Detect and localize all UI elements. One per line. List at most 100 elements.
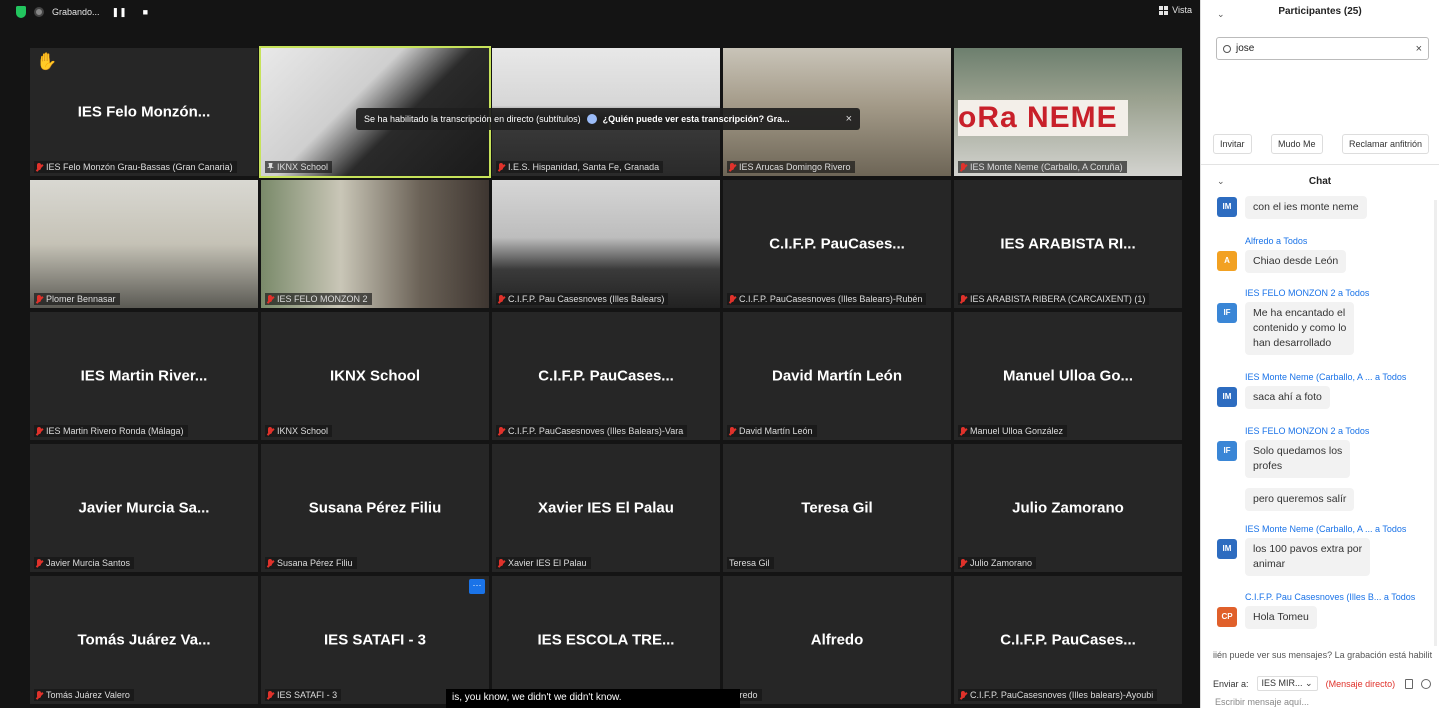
chat-bubble: Me ha encantado el contenido y como lo han… bbox=[1245, 302, 1355, 355]
search-value[interactable]: jose bbox=[1236, 43, 1254, 54]
participant-name: IES Felo Monzón... bbox=[77, 103, 211, 121]
recording-indicator: Grabando... ❚❚ ■ bbox=[16, 4, 152, 20]
participant-label-text: IES ARABISTA RIBERA (CARCAIXENT) (1) bbox=[970, 294, 1146, 304]
chat-sender[interactable]: IES Monte Neme (Carballo, A ... a Todos bbox=[1245, 372, 1406, 382]
participant-tile[interactable]: IES ARABISTA RI... IES ARABISTA RIBERA (C… bbox=[954, 180, 1182, 308]
grid-icon bbox=[1159, 5, 1169, 15]
participant-tile[interactable]: Javier Murcia Sa... Javier Murcia Santos bbox=[30, 444, 258, 572]
participant-tile[interactable]: Xavier IES El Palau Xavier IES El Palau bbox=[492, 444, 720, 572]
headset-photo bbox=[492, 180, 720, 308]
participant-label: IES SATAFI - 3 bbox=[265, 689, 342, 701]
recipient-select[interactable]: IES MIR... ⌄ bbox=[1256, 676, 1318, 691]
chat-scrollbar[interactable] bbox=[1434, 200, 1437, 646]
participant-tile[interactable]: IES FELO MONZON 2 bbox=[261, 180, 489, 308]
close-icon[interactable]: × bbox=[846, 113, 852, 125]
stop-recording-button[interactable]: ■ bbox=[139, 7, 152, 17]
participant-tile[interactable]: Plomer Bennasar bbox=[30, 180, 258, 308]
divider bbox=[1201, 164, 1439, 165]
participant-label: IKNX School bbox=[265, 425, 333, 437]
view-button[interactable]: Vista bbox=[1159, 5, 1192, 15]
participant-label-text: Plomer Bennasar bbox=[46, 294, 116, 304]
clear-search-icon[interactable]: × bbox=[1416, 43, 1422, 55]
pin-icon bbox=[267, 162, 274, 172]
participant-name: IES SATAFI - 3 bbox=[324, 631, 426, 649]
participant-name: IES ESCOLA TRE... bbox=[537, 631, 675, 649]
pause-recording-button[interactable]: ❚❚ bbox=[108, 7, 131, 18]
participant-tile[interactable]: IES Martin River... IES Martin Rivero Ron… bbox=[30, 312, 258, 440]
participant-name: Tomás Juárez Va... bbox=[77, 631, 211, 649]
more-options-button[interactable]: ··· bbox=[469, 579, 485, 594]
participant-tile[interactable]: Susana Pérez Filiu Susana Pérez Filiu bbox=[261, 444, 489, 572]
participant-tile[interactable]: IES SATAFI - 3 IES SATAFI - 3 bbox=[261, 576, 489, 704]
chat-compose-input[interactable]: Escribir mensaje aquí... bbox=[1215, 697, 1309, 707]
participant-tile[interactable]: Alfredo Alfredo bbox=[723, 576, 951, 704]
muted-mic-icon bbox=[498, 558, 505, 568]
participant-label-text: Julio Zamorano bbox=[970, 558, 1033, 568]
participant-label: Susana Pérez Filiu bbox=[265, 557, 357, 569]
zoom-app: Grabando... ❚❚ ■ Vista IES Felo Monzón..… bbox=[0, 0, 1439, 708]
mute-me-button[interactable]: Mudo Me bbox=[1270, 134, 1323, 154]
muted-mic-icon bbox=[960, 690, 967, 700]
chat-sender[interactable]: IES FELO MONZON 2 a Todos bbox=[1245, 288, 1369, 298]
chat-bubble: Chiao desde León bbox=[1245, 250, 1347, 273]
participant-tile[interactable]: Julio Zamorano Julio Zamorano bbox=[954, 444, 1182, 572]
participant-tile[interactable]: Teresa Gil Teresa Gil bbox=[723, 444, 951, 572]
participant-tile[interactable]: C.I.F.P. PauCases... C.I.F.P. PauCasesnov… bbox=[723, 180, 951, 308]
participant-tile[interactable]: IKNX School IKNX School bbox=[261, 312, 489, 440]
participant-label: C.I.F.P. PauCasesnoves (Illes balears)-A… bbox=[958, 689, 1158, 701]
participant-tile[interactable]: C.I.F.P. PauCases... C.I.F.P. PauCasesnov… bbox=[492, 312, 720, 440]
participant-label: IES Monte Neme (Carballo, A Coruña) bbox=[958, 161, 1127, 173]
participant-label: Javier Murcia Santos bbox=[34, 557, 135, 569]
avatar: IM bbox=[1217, 197, 1237, 217]
muted-mic-icon bbox=[498, 162, 505, 172]
record-icon bbox=[34, 7, 44, 17]
chat-bubble: los 100 pavos extra por animar bbox=[1245, 538, 1371, 576]
avatar: IM bbox=[1217, 539, 1237, 559]
direct-message-label: (Mensaje directo) bbox=[1325, 678, 1396, 689]
participant-label: C.I.F.P. Pau Casesnoves (Illes Balears) bbox=[496, 293, 669, 305]
participant-tile[interactable]: IES ESCOLA TRE... bbox=[492, 576, 720, 704]
muted-mic-icon bbox=[267, 690, 274, 700]
participant-label: I.E.S. Hispanidad, Santa Fe, Granada bbox=[496, 161, 664, 173]
chat-bubble: saca ahí a foto bbox=[1245, 386, 1330, 409]
side-panel: ⌄ Participantes (25) jose × Invitar Mudo… bbox=[1200, 0, 1439, 708]
participant-label: IKNX School bbox=[265, 161, 333, 173]
participant-tile[interactable]: IES Felo Monzón... IES Felo Monzón Grau-B… bbox=[30, 48, 258, 176]
participant-label-text: C.I.F.P. PauCasesnoves (Illes Balears)-R… bbox=[739, 294, 923, 304]
avatar: IM bbox=[1217, 387, 1237, 407]
participant-name: Xavier IES El Palau bbox=[538, 499, 674, 517]
chat-sender[interactable]: Alfredo a Todos bbox=[1245, 236, 1307, 246]
participant-label-text: IKNX School bbox=[277, 426, 329, 436]
chat-sender[interactable]: C.I.F.P. Pau Casesnoves (Illes B... a To… bbox=[1245, 592, 1415, 602]
banner-sign: oRa NEME bbox=[958, 100, 1128, 136]
chat-messages[interactable]: IM con el ies monte neme Alfredo a Todos A C… bbox=[1201, 196, 1439, 646]
participant-tile[interactable]: Manuel Ulloa Go... Manuel Ulloa González bbox=[954, 312, 1182, 440]
participant-tile[interactable]: oRa NEME IES Monte Neme (Carballo, A Coru… bbox=[954, 48, 1182, 176]
transcription-question-link[interactable]: ¿Quién puede ver esta transcripción? Gra… bbox=[603, 114, 790, 124]
transcription-banner: Se ha habilitado la transcripción en dir… bbox=[356, 108, 860, 130]
invite-button[interactable]: Invitar bbox=[1213, 134, 1252, 154]
participant-label-text: IKNX School bbox=[277, 162, 329, 172]
chat-bubble: Hola Tomeu bbox=[1245, 606, 1317, 629]
participant-name: Susana Pérez Filiu bbox=[308, 499, 442, 517]
recording-label: Grabando... bbox=[52, 7, 100, 17]
file-icon[interactable] bbox=[1405, 678, 1413, 689]
participant-label: C.I.F.P. PauCasesnoves (Illes Balears)-V… bbox=[496, 425, 688, 437]
participant-name: C.I.F.P. PauCases... bbox=[538, 367, 674, 385]
chat-sender[interactable]: IES Monte Neme (Carballo, A ... a Todos bbox=[1245, 524, 1406, 534]
participant-label-text: IES Felo Monzón Grau-Bassas (Gran Canari… bbox=[46, 162, 233, 172]
participant-tile[interactable]: Tomás Juárez Va... Tomás Juárez Valero bbox=[30, 576, 258, 704]
chat-line: Me ha encantado el bbox=[1253, 307, 1346, 319]
chat-notice: iién puede ver sus mensajes? La grabació… bbox=[1213, 650, 1435, 660]
notice-text: iién puede ver sus mensajes? La grabació… bbox=[1213, 650, 1433, 660]
participant-search-input[interactable]: jose × bbox=[1216, 37, 1429, 60]
participants-title: Participantes (25) bbox=[1278, 6, 1362, 17]
participant-label: IES Felo Monzón Grau-Bassas (Gran Canari… bbox=[34, 161, 237, 173]
participant-tile[interactable]: David Martín León David Martín León bbox=[723, 312, 951, 440]
participant-name: Manuel Ulloa Go... bbox=[1002, 367, 1133, 385]
claim-host-button[interactable]: Reclamar anfitrión bbox=[1341, 134, 1429, 154]
chat-sender[interactable]: IES FELO MONZON 2 a Todos bbox=[1245, 426, 1369, 436]
participant-tile[interactable]: C.I.F.P. Pau Casesnoves (Illes Balears) bbox=[492, 180, 720, 308]
emoji-icon[interactable] bbox=[1421, 678, 1431, 689]
participant-tile[interactable]: C.I.F.P. PauCases... C.I.F.P. PauCasesnov… bbox=[954, 576, 1182, 704]
